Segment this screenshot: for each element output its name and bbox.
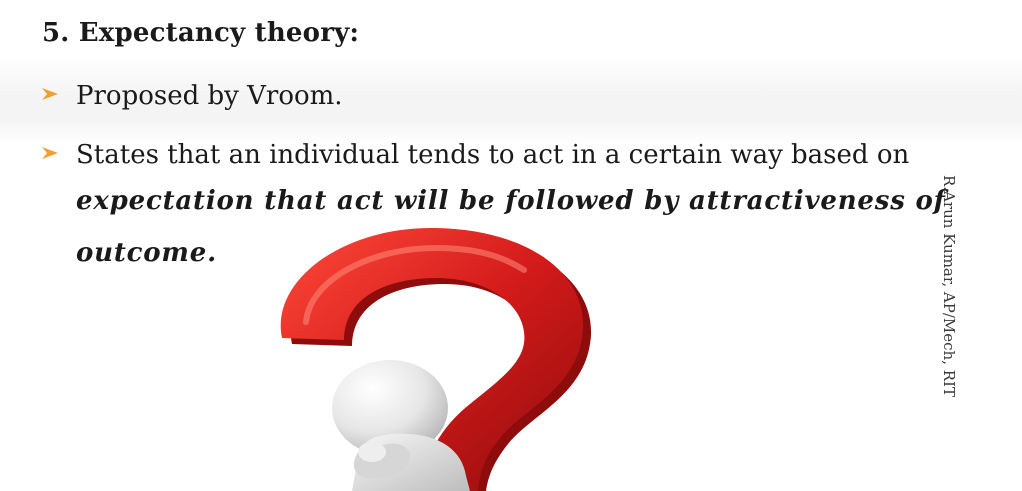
arrow-bullet-icon xyxy=(42,88,58,100)
bullet-item: States that an individual tends to act i… xyxy=(40,129,909,181)
author-byline: R.Arun Kumar, AP/Mech, RIT xyxy=(940,175,958,397)
slide: 5. Expectancy theory: Proposed by Vroom.… xyxy=(0,0,1022,491)
slide-heading: 5. Expectancy theory: xyxy=(42,18,360,48)
bullet-text: Proposed by Vroom. xyxy=(76,81,343,111)
emphasis-text: expectation that act will be followed by… xyxy=(76,186,946,216)
arrow-bullet-icon xyxy=(42,147,58,159)
bullet-item: Proposed by Vroom. xyxy=(40,70,343,122)
bullet-text: States that an individual tends to act i… xyxy=(76,140,910,170)
emphasis-text: outcome. xyxy=(76,238,217,268)
question-mark-figure xyxy=(280,227,592,491)
